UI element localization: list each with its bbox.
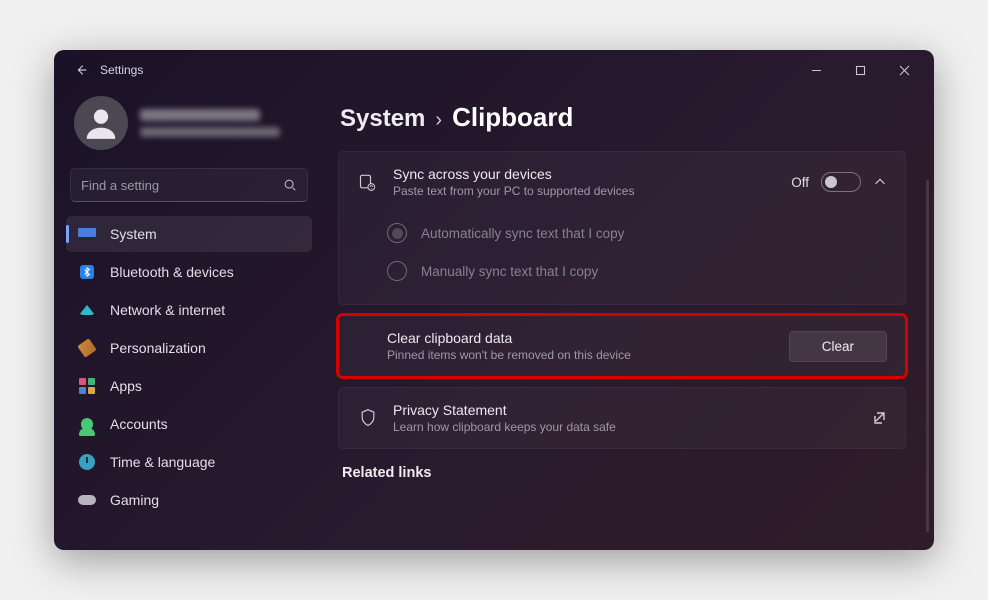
radio-label: Automatically sync text that I copy: [421, 226, 624, 241]
privacy-subtitle: Learn how clipboard keeps your data safe: [393, 420, 857, 434]
main-content: System › Clipboard Sync across your devi…: [324, 90, 934, 550]
sidebar-item-label: Accounts: [110, 416, 168, 432]
profile-text: [140, 109, 280, 137]
sync-toggle-state: Off: [791, 175, 809, 190]
scrollbar[interactable]: [926, 180, 929, 532]
close-button[interactable]: [882, 54, 926, 86]
radio-label: Manually sync text that I copy: [421, 264, 598, 279]
clear-subtitle: Pinned items won't be removed on this de…: [387, 348, 775, 362]
related-links-heading: Related links: [342, 465, 906, 481]
clear-title: Clear clipboard data: [387, 330, 775, 346]
back-button[interactable]: [72, 61, 90, 79]
sync-options: Automatically sync text that I copy Manu…: [339, 212, 905, 304]
profile-block[interactable]: [64, 90, 314, 164]
shield-icon: [357, 407, 379, 429]
sidebar-item-personalization[interactable]: Personalization: [66, 330, 312, 366]
sidebar-item-bluetooth[interactable]: Bluetooth & devices: [66, 254, 312, 290]
window-controls: [794, 54, 926, 86]
settings-window: Settings: [54, 50, 934, 550]
bluetooth-icon: [78, 263, 96, 281]
sidebar-item-gaming[interactable]: Gaming: [66, 482, 312, 518]
breadcrumb-separator: ›: [435, 109, 442, 132]
sidebar-item-label: Gaming: [110, 492, 159, 508]
breadcrumb: System › Clipboard: [340, 102, 906, 133]
sidebar-item-apps[interactable]: Apps: [66, 368, 312, 404]
sync-header-row[interactable]: Sync across your devices Paste text from…: [339, 152, 905, 212]
sync-subtitle: Paste text from your PC to supported dev…: [393, 184, 777, 198]
maximize-button[interactable]: [838, 54, 882, 86]
privacy-title: Privacy Statement: [393, 402, 857, 418]
breadcrumb-current: Clipboard: [452, 102, 573, 133]
sidebar-item-label: Bluetooth & devices: [110, 264, 234, 280]
sidebar-item-network[interactable]: Network & internet: [66, 292, 312, 328]
chevron-up-icon[interactable]: [873, 175, 887, 189]
avatar: [74, 96, 128, 150]
external-link-icon[interactable]: [871, 410, 887, 426]
sync-toggle[interactable]: [821, 172, 861, 192]
sync-card: Sync across your devices Paste text from…: [338, 151, 906, 305]
sync-option-auto[interactable]: Automatically sync text that I copy: [387, 214, 887, 252]
sidebar-item-label: Time & language: [110, 454, 215, 470]
sidebar-item-accounts[interactable]: Accounts: [66, 406, 312, 442]
sync-title: Sync across your devices: [393, 166, 777, 182]
network-icon: [78, 301, 96, 319]
sync-icon: [357, 171, 379, 193]
accounts-icon: [78, 415, 96, 433]
gaming-icon: [78, 491, 96, 509]
app-title: Settings: [100, 63, 143, 77]
sidebar-item-label: Network & internet: [110, 302, 225, 318]
search-icon: [283, 178, 297, 192]
search-input[interactable]: [81, 178, 283, 193]
titlebar: Settings: [54, 50, 934, 90]
apps-icon: [78, 377, 96, 395]
search-box[interactable]: [70, 168, 308, 202]
sidebar-item-system[interactable]: System: [66, 216, 312, 252]
radio-icon[interactable]: [387, 223, 407, 243]
sidebar-item-label: System: [110, 226, 157, 242]
clear-button[interactable]: Clear: [789, 331, 887, 362]
breadcrumb-parent[interactable]: System: [340, 105, 425, 133]
sidebar: System Bluetooth & devices Network & int…: [54, 90, 324, 550]
clear-clipboard-card: Clear clipboard data Pinned items won't …: [338, 315, 906, 377]
sync-option-manual[interactable]: Manually sync text that I copy: [387, 252, 887, 290]
radio-icon[interactable]: [387, 261, 407, 281]
minimize-button[interactable]: [794, 54, 838, 86]
nav-list: System Bluetooth & devices Network & int…: [64, 216, 314, 518]
sidebar-item-label: Personalization: [110, 340, 206, 356]
sidebar-item-time-language[interactable]: Time & language: [66, 444, 312, 480]
sidebar-item-label: Apps: [110, 378, 142, 394]
privacy-card[interactable]: Privacy Statement Learn how clipboard ke…: [338, 387, 906, 449]
personalization-icon: [78, 339, 96, 357]
system-icon: [78, 225, 96, 243]
time-icon: [78, 453, 96, 471]
